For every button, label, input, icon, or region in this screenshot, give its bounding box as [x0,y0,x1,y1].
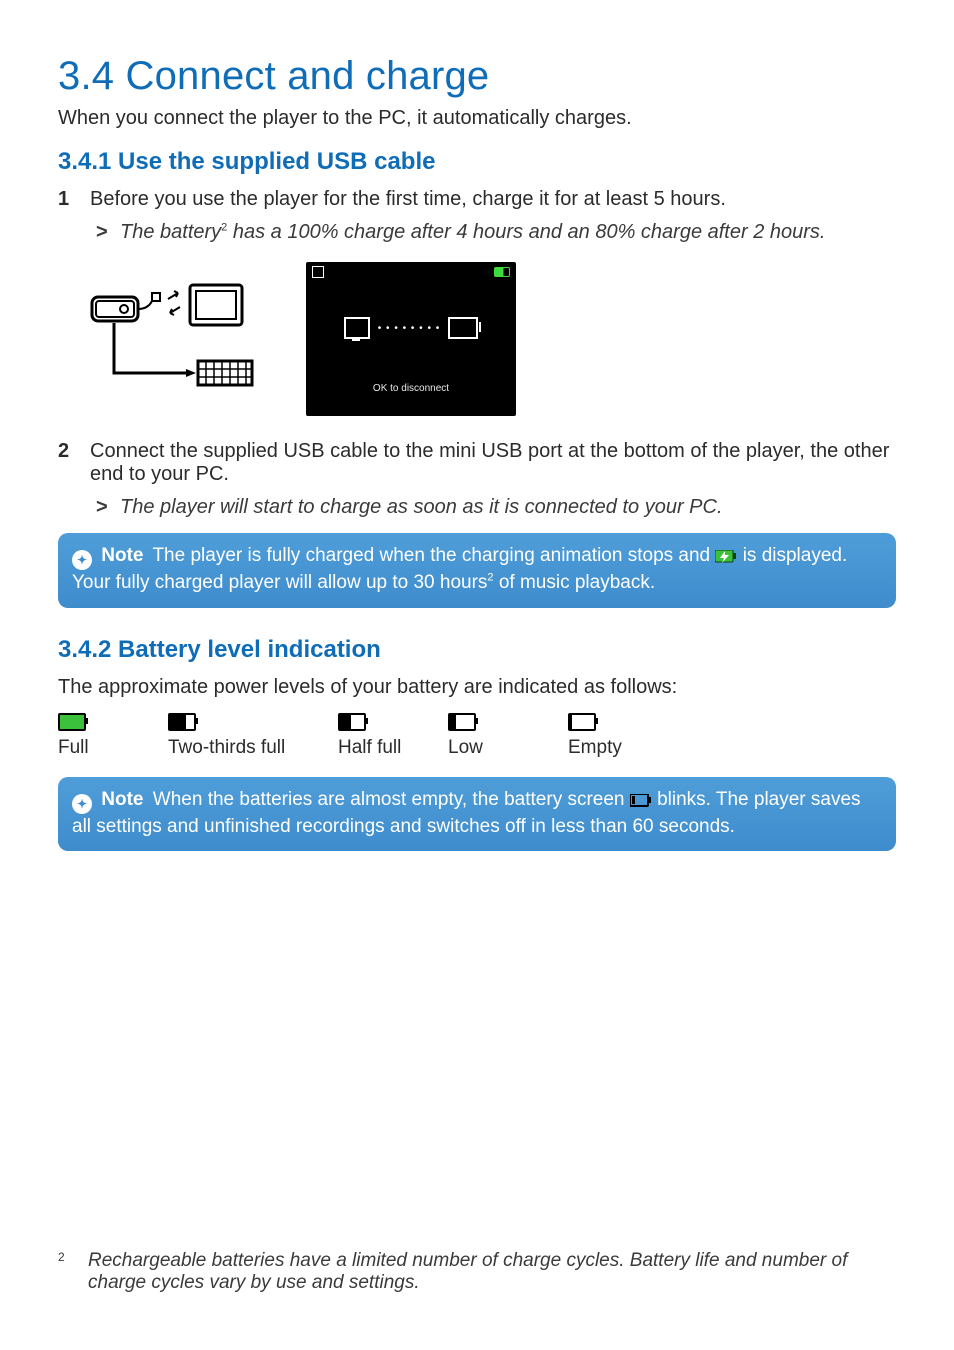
step-2: 2 Connect the supplied USB cable to the … [58,440,896,519]
note1-text-a: The player is fully charged when the cha… [152,545,715,566]
intro-text: When you connect the player to the PC, i… [58,107,896,130]
section-342-title: 3.4.2 Battery level indication [58,636,896,664]
battery-full-icon [58,713,86,731]
step-2-text: Connect the supplied USB cable to the mi… [90,440,889,485]
note-icon: ✦ [72,794,92,814]
step-2-sub-caret: > [96,496,120,519]
section-342-intro: The approximate power levels of your bat… [58,676,896,699]
battery-half-icon [338,713,366,731]
footnote-number: 2 [58,1250,70,1294]
player-screen-illustration: • • • • • • • • OK to disconnect [306,262,516,416]
battery-empty-label: Empty [568,737,688,759]
battery-low-icon [448,713,476,731]
note2-text-a: When the batteries are almost empty, the… [153,789,630,810]
footnote-2: 2 Rechargeable batteries have a limited … [58,1250,896,1294]
footnote-text: Rechargeable batteries have a limited nu… [88,1250,896,1294]
step-1-text: Before you use the player for the first … [90,188,726,210]
note-icon: ✦ [72,550,92,570]
note1-text-c: of music playback. [494,572,656,593]
note-label: Note [101,789,143,810]
section-341-title: 3.4.1 Use the supplied USB cable [58,148,896,176]
battery-half-label: Half full [338,737,448,759]
battery-full-label: Full [58,737,168,759]
step-1-number: 1 [58,188,90,211]
battery-levels-row: Full Two-thirds full Half full Low Empty [58,713,896,759]
status-icon [312,266,324,278]
step-1: 1 Before you use the player for the firs… [58,188,896,244]
page-title: 3.4 Connect and charge [58,54,896,99]
ok-to-disconnect-text: OK to disconnect [306,383,516,394]
usb-connection-diagram [86,279,262,399]
device-icon [344,317,370,339]
battery-status-icon [494,267,510,277]
note-box-2: ✦ Note When the batteries are almost emp… [58,777,896,852]
step-2-number: 2 [58,440,90,463]
note-label: Note [101,545,143,566]
pc-icon [448,317,478,339]
battery-empty-icon [568,713,596,731]
step-1-sub-text: The battery2 has a 100% charge after 4 h… [120,221,825,244]
battery-two-thirds-label: Two-thirds full [168,737,338,759]
figure-row: • • • • • • • • OK to disconnect [86,262,896,416]
step-1-sub-caret: > [96,221,120,244]
note-box-1: ✦ Note The player is fully charged when … [58,533,896,608]
battery-low-label: Low [448,737,568,759]
battery-charging-icon [715,550,737,564]
step-2-sub-text: The player will start to charge as soon … [120,496,723,519]
battery-two-thirds-icon [168,713,196,731]
connection-dots-icon: • • • • • • • • [378,323,440,334]
battery-empty-inline-icon [630,794,652,808]
